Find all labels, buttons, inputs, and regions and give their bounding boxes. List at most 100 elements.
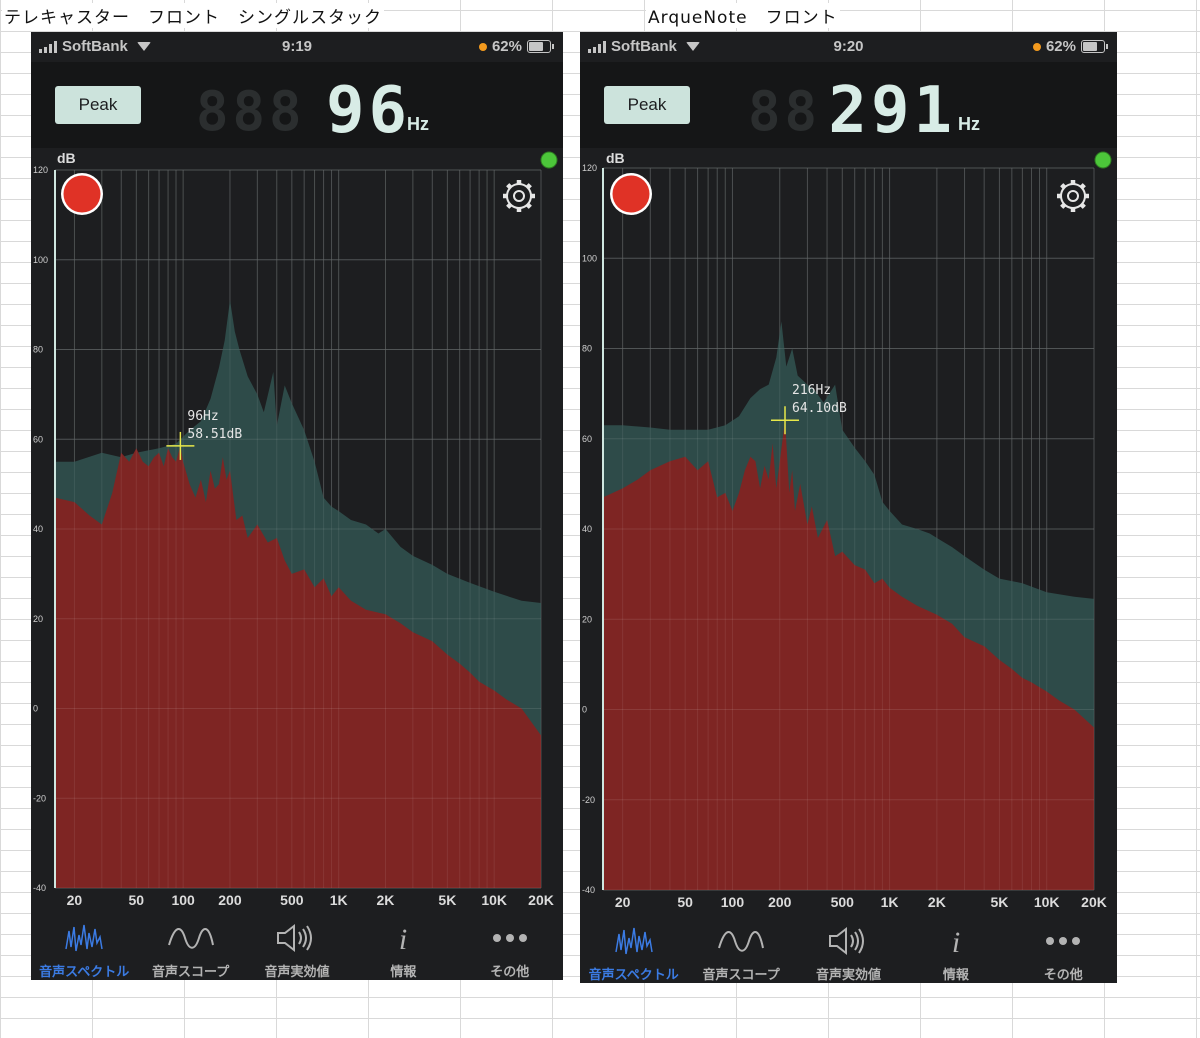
- record-button[interactable]: [61, 173, 103, 215]
- spectrum-icon: [584, 923, 684, 959]
- info-icon: i: [353, 920, 453, 956]
- tab-info[interactable]: i 情報: [353, 912, 453, 980]
- tab-other[interactable]: その他: [1013, 915, 1113, 983]
- x-tick-label: 500: [831, 894, 855, 910]
- y-tick-label: -40: [33, 883, 46, 893]
- x-tick-label: 2K: [377, 892, 395, 908]
- tab-label: 音声スコープ: [151, 965, 230, 980]
- tab-label: 音声スコープ: [702, 968, 780, 983]
- info-icon: i: [906, 923, 1006, 959]
- tab-label: 情報: [390, 965, 417, 980]
- x-tick-label: 200: [218, 892, 242, 908]
- svg-text:i: i: [952, 926, 960, 957]
- y-tick-label: 60: [33, 434, 43, 444]
- peak-button[interactable]: Peak: [604, 86, 690, 124]
- spectrum-chart[interactable]: 120100806040200-20-40dB20 50 100 200 500 1K 2K…: [580, 148, 1117, 915]
- peak-button[interactable]: Peak: [55, 86, 141, 124]
- db-axis-label: dB: [57, 150, 76, 166]
- tab-label: 音声実効値: [264, 965, 330, 980]
- tab-info[interactable]: i 情報: [906, 915, 1006, 983]
- tab-spectrum[interactable]: 音声スペクトル: [584, 915, 684, 983]
- tab-label: その他: [1043, 968, 1083, 983]
- y-tick-label: 80: [582, 344, 592, 354]
- more-dots-icon: [460, 920, 560, 956]
- frequency-header: Peak 88 291 Hz: [580, 62, 1117, 148]
- status-bar: SoftBank 9:19 62%: [31, 32, 563, 62]
- spectrum-plot[interactable]: 120 100 80 60 40 20 0 -20 -40 dB 20 50 100 200 500 1K 2K…: [580, 148, 1117, 915]
- db-axis-label: dB: [606, 150, 625, 166]
- tab-spectrum[interactable]: 音声スペクトル: [34, 912, 134, 980]
- speaker-icon: [799, 923, 899, 959]
- y-tick-label: 60: [582, 434, 592, 444]
- frequency-unit: Hz: [958, 114, 980, 134]
- spectrum-screenshot-right: SoftBank 9:20 62% Peak 88 291 Hz 120 100 8…: [580, 32, 1117, 983]
- x-tick-label: 1K: [330, 892, 348, 908]
- record-button[interactable]: [610, 173, 652, 215]
- tab-scope[interactable]: 音声スコープ: [691, 915, 791, 983]
- tab-label: その他: [490, 965, 530, 980]
- spectrum-plot[interactable]: 120 100 80 60 40 20 0 -20 -40 dB 20 50 100 200 500 1K 2K…: [31, 148, 563, 912]
- frequency-readout: 291: [828, 74, 956, 148]
- battery-percent: 62%: [491, 38, 522, 55]
- x-tick-label: 50: [129, 892, 145, 908]
- marker-frequency-label: 96Hz: [187, 409, 218, 424]
- tab-label: 音声スペクトル: [588, 968, 679, 983]
- frequency-readout: 96: [325, 74, 411, 148]
- y-tick-label: 40: [582, 524, 592, 534]
- input-status-icon: [540, 151, 558, 169]
- tab-scope[interactable]: 音声スコープ: [141, 912, 241, 980]
- privacy-indicator-icon: [478, 42, 487, 51]
- scope-wave-icon: [141, 920, 241, 956]
- battery-icon: [1081, 40, 1108, 53]
- y-tick-label: 0: [582, 705, 587, 715]
- y-tick-label: 120: [33, 165, 48, 175]
- x-tick-label: 5K: [438, 892, 456, 908]
- y-tick-label: 100: [582, 253, 597, 263]
- more-dots-icon: [1013, 923, 1113, 959]
- battery-icon: [527, 40, 554, 53]
- tab-bar: 音声スペクトル 音声スコープ 音声実効値 i 情報 その他: [580, 915, 1117, 983]
- privacy-indicator-icon: [1032, 42, 1041, 51]
- tab-label: 音声スペクトル: [39, 965, 130, 980]
- spectrum-icon: [34, 920, 134, 956]
- spectrum-screenshot-left: SoftBank 9:19 62% Peak 888 96 Hz 120 100 8…: [31, 32, 563, 980]
- y-tick-label: 0: [33, 704, 38, 714]
- svg-text:i: i: [399, 923, 407, 954]
- x-tick-label: 10K: [1034, 894, 1060, 910]
- y-tick-label: -20: [582, 795, 595, 805]
- y-tick-label: 80: [33, 345, 43, 355]
- x-tick-label: 10K: [481, 892, 507, 908]
- frequency-header: Peak 888 96 Hz: [31, 62, 563, 148]
- caption-telecaster: テレキャスター フロント シングルスタック: [2, 3, 384, 28]
- frequency-unit: Hz: [407, 114, 429, 134]
- tab-label: 情報: [942, 968, 969, 983]
- x-tick-label: 20: [67, 892, 83, 908]
- x-tick-label: 2K: [928, 894, 946, 910]
- unlit-digits: 88: [748, 80, 822, 143]
- y-tick-label: 20: [33, 614, 43, 624]
- caption-arquenote: ArqueNote フロント: [646, 3, 840, 28]
- x-tick-label: 20: [615, 894, 631, 910]
- x-tick-label: 100: [171, 892, 195, 908]
- x-tick-label: 50: [677, 894, 693, 910]
- x-tick-label: 20K: [528, 892, 554, 908]
- y-tick-label: 100: [33, 255, 48, 265]
- spectrum-chart[interactable]: 120100806040200-20-40dB20 50 100 200 500 1K 2K…: [31, 148, 563, 912]
- battery-percent: 62%: [1045, 38, 1076, 55]
- tab-other[interactable]: その他: [460, 912, 560, 980]
- y-tick-label: 40: [33, 524, 43, 534]
- marker-db-label: 64.10dB: [792, 401, 847, 416]
- unlit-digits: 888: [196, 80, 306, 143]
- tab-rms[interactable]: 音声実効値: [247, 912, 347, 980]
- speaker-icon: [247, 920, 347, 956]
- marker-db-label: 58.51dB: [187, 427, 242, 442]
- y-tick-label: 120: [582, 163, 597, 173]
- y-tick-label: 20: [582, 614, 592, 624]
- y-tick-label: -20: [33, 793, 46, 803]
- tab-rms[interactable]: 音声実効値: [799, 915, 899, 983]
- y-tick-label: -40: [582, 885, 595, 895]
- tab-label: 音声実効値: [815, 968, 881, 983]
- tab-bar: 音声スペクトル 音声スコープ 音声実効値 i 情報 その他: [31, 912, 563, 980]
- x-tick-label: 100: [721, 894, 745, 910]
- x-tick-label: 1K: [881, 894, 899, 910]
